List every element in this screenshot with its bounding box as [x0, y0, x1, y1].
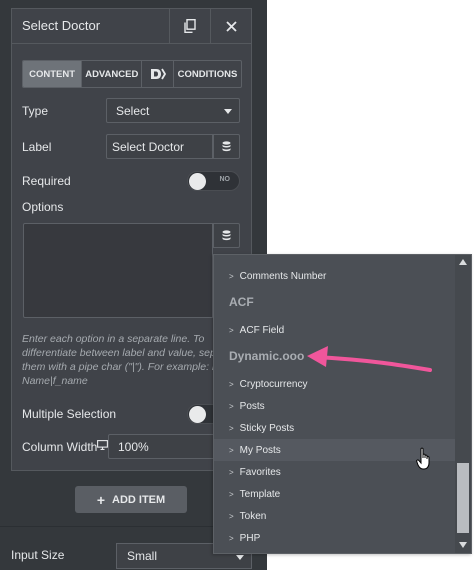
caret-down-icon: [224, 109, 232, 114]
input-size-value: Small: [127, 549, 158, 563]
type-select-value: Select: [116, 103, 150, 118]
dropdown-item-label: ACF Field: [239, 324, 285, 336]
dropdown-item-label: Posts: [239, 400, 265, 412]
tab-dynamic[interactable]: [142, 61, 174, 87]
input-size-label: Input Size: [11, 548, 65, 562]
scroll-up-icon[interactable]: [459, 259, 467, 265]
dropdown-item-token[interactable]: > Token: [214, 505, 455, 527]
chevron-right-icon: >: [229, 445, 234, 455]
column-width-label: Column Width: [22, 440, 98, 454]
chevron-right-icon: >: [229, 533, 234, 543]
tab-advanced[interactable]: ADVANCED: [82, 61, 143, 87]
database-icon: [222, 141, 231, 152]
dropdown-item-label: Cryptocurrency: [239, 378, 308, 390]
dropdown-item-template[interactable]: > Template: [214, 483, 455, 505]
item-header[interactable]: Select Doctor: [12, 9, 251, 44]
chevron-right-icon: >: [229, 271, 234, 281]
dropdown-item-label: Sticky Posts: [239, 422, 295, 434]
label-dynamic-tags-button[interactable]: [213, 134, 240, 159]
dropdown-item-cryptocurrency[interactable]: > Cryptocurrency: [214, 373, 455, 395]
add-item-label: ADD ITEM: [112, 493, 166, 506]
add-item-button[interactable]: + ADD ITEM: [75, 486, 187, 513]
tab-conditions[interactable]: CONDITIONS: [174, 61, 241, 87]
dropdown-item-label: Token: [239, 510, 267, 522]
copy-icon: [184, 19, 196, 33]
dropdown-item-label: My Posts: [239, 444, 281, 456]
multiple-selection-label: Multiple Selection: [22, 407, 117, 421]
toggle-knob: [189, 173, 206, 190]
dropdown-item-acf-field[interactable]: > ACF Field: [214, 319, 455, 341]
label-label: Label: [22, 140, 52, 154]
dropdown-item-label: PHP: [239, 532, 261, 544]
chevron-right-icon: >: [229, 379, 234, 389]
toggle-knob: [189, 406, 206, 423]
caret-down-icon: [236, 555, 244, 560]
dropdown-item-posts[interactable]: > Posts: [214, 395, 455, 417]
hand-pointer-icon: [416, 447, 430, 470]
label-input-value: Select Doctor: [112, 139, 185, 154]
options-dynamic-tags-button[interactable]: [213, 223, 240, 248]
chevron-right-icon: >: [229, 423, 234, 433]
chevron-right-icon: >: [229, 325, 234, 335]
chevron-right-icon: >: [229, 489, 234, 499]
tab-content[interactable]: CONTENT: [23, 61, 83, 87]
options-label: Options: [22, 200, 64, 214]
options-textarea[interactable]: [23, 223, 213, 318]
dropdown-group-dynamic-ooo: Dynamic.ooo: [229, 349, 305, 363]
desktop-icon[interactable]: [97, 440, 108, 450]
dynamic-tags-dropdown: > Comments Number ACF > ACF Field Dynamic.…: [213, 254, 472, 554]
required-toggle-state: NO: [219, 176, 231, 183]
dropdown-item-php[interactable]: > PHP: [214, 527, 455, 549]
dropdown-item-sticky-posts[interactable]: > Sticky Posts: [214, 417, 455, 439]
chevron-right-icon: >: [229, 401, 234, 411]
remove-button[interactable]: [210, 9, 251, 43]
plus-icon: +: [96, 491, 105, 508]
chevron-right-icon: >: [229, 511, 234, 521]
dynamic-logo-icon: [150, 68, 166, 80]
close-icon: [225, 20, 237, 32]
section-tabs: CONTENT ADVANCED CONDITIONS: [22, 60, 242, 88]
dropdown-item-label: Favorites: [239, 466, 281, 478]
type-select[interactable]: Select: [106, 98, 240, 123]
column-width-select[interactable]: 100%: [108, 434, 218, 459]
dropdown-scrollbar[interactable]: [455, 255, 471, 553]
item-title: Select Doctor: [22, 18, 101, 33]
scroll-down-icon[interactable]: [459, 542, 467, 548]
dropdown-group-acf: ACF: [229, 295, 254, 309]
scrollbar-thumb[interactable]: [457, 463, 469, 533]
chevron-right-icon: >: [229, 467, 234, 477]
dropdown-item-label: Comments Number: [239, 270, 327, 282]
dropdown-item-comments-number[interactable]: > Comments Number: [214, 265, 455, 287]
required-label: Required: [22, 174, 71, 188]
dropdown-item-label: Template: [239, 488, 281, 500]
tab-conditions-label: CONDITIONS: [177, 68, 238, 80]
label-input[interactable]: Select Doctor: [106, 134, 213, 159]
tab-content-label: CONTENT: [29, 68, 76, 80]
column-width-value: 100%: [118, 439, 149, 454]
database-icon: [222, 230, 231, 241]
required-toggle[interactable]: NO: [187, 171, 240, 191]
tab-advanced-label: ADVANCED: [85, 68, 139, 80]
duplicate-button[interactable]: [169, 9, 210, 43]
type-label: Type: [22, 104, 49, 118]
